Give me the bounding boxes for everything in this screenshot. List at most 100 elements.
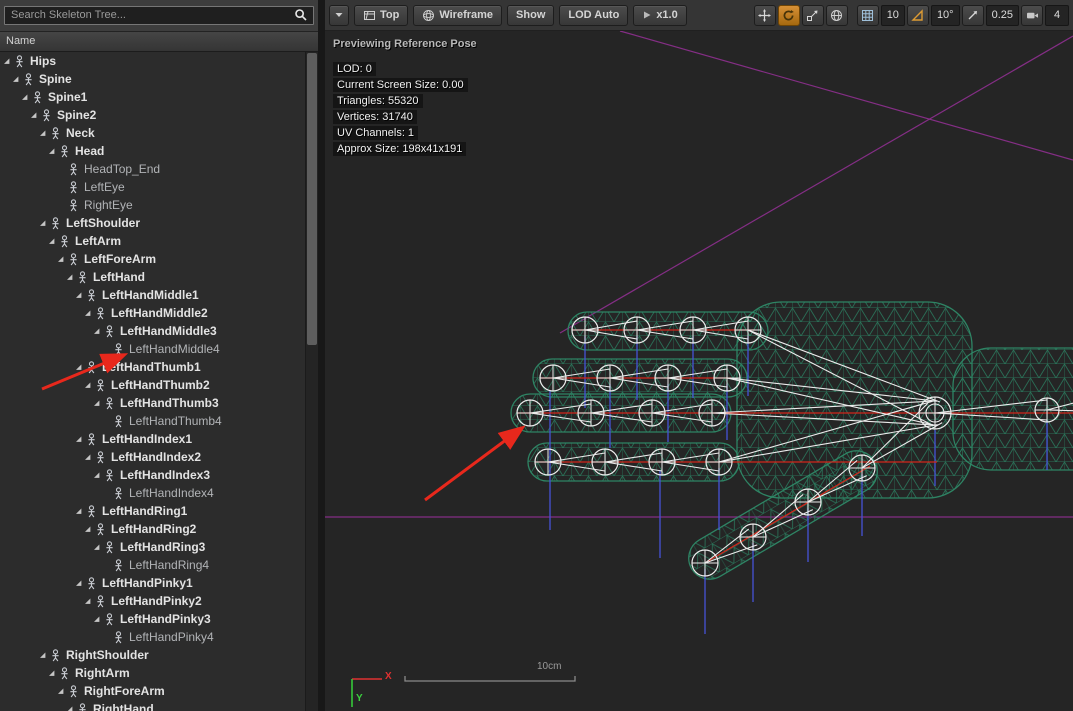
show-menu-button[interactable]: Show xyxy=(507,4,555,26)
expander-icon[interactable]: ◢ xyxy=(85,453,95,461)
tree-row[interactable]: ◢ LeftForeArm xyxy=(0,250,306,268)
expander-icon[interactable]: ◢ xyxy=(94,471,104,479)
expander-icon[interactable]: ◢ xyxy=(49,237,59,245)
tree-row[interactable]: ◢ LeftHandRing1 xyxy=(0,502,306,520)
expander-icon[interactable]: ◢ xyxy=(31,111,41,119)
tree-row[interactable]: ◢ LeftHandRing3 xyxy=(0,538,306,556)
scale-icon xyxy=(807,10,818,21)
bone-label: Hips xyxy=(30,54,57,68)
bone-label: LeftHandIndex1 xyxy=(102,432,193,446)
search-input[interactable] xyxy=(4,5,314,25)
expander-icon[interactable]: ◢ xyxy=(76,363,86,371)
expander-icon[interactable]: ◢ xyxy=(40,651,50,659)
tree-row[interactable]: ◢ LeftHandThumb2 xyxy=(0,376,306,394)
tree-row[interactable]: ◢ LeftHandPinky1 xyxy=(0,574,306,592)
tree-row[interactable]: ◢ LeftArm xyxy=(0,232,306,250)
expander-icon[interactable]: ◢ xyxy=(4,57,14,65)
expander-icon[interactable]: ◢ xyxy=(94,615,104,623)
camera-speed-value[interactable]: 4 xyxy=(1045,4,1069,26)
tree-row[interactable]: ◢ Head xyxy=(0,142,306,160)
expander-icon[interactable]: ◢ xyxy=(13,75,23,83)
expander-icon[interactable]: ◢ xyxy=(94,327,104,335)
tree-row[interactable]: ◢ LeftHandMiddle1 xyxy=(0,286,306,304)
expander-icon[interactable]: ◢ xyxy=(85,381,95,389)
scale-snap-value[interactable]: 0.25 xyxy=(985,4,1019,26)
tree-row[interactable]: LeftEye xyxy=(0,178,306,196)
viewport[interactable]: Top Wireframe Show LOD Auto x1.0 10 10° … xyxy=(325,0,1073,711)
tree-row[interactable]: LeftHandMiddle4 xyxy=(0,340,306,358)
tree-row[interactable]: ◢ RightHand xyxy=(0,700,306,711)
grid-snap-button[interactable] xyxy=(856,4,879,26)
tree-scrollbar-thumb[interactable] xyxy=(307,53,317,345)
view-mode-button[interactable]: Top xyxy=(354,4,409,26)
tree-row[interactable]: ◢ LeftHandPinky3 xyxy=(0,610,306,628)
expander-icon[interactable]: ◢ xyxy=(49,669,59,677)
camera-speed-button[interactable] xyxy=(1021,4,1043,26)
tree-row[interactable]: ◢ LeftHandIndex3 xyxy=(0,466,306,484)
tree-row[interactable]: ◢ Spine2 xyxy=(0,106,306,124)
expander-icon[interactable]: ◢ xyxy=(49,147,59,155)
expander-icon[interactable]: ◢ xyxy=(76,507,86,515)
expander-icon[interactable]: ◢ xyxy=(58,255,68,263)
tree-row[interactable]: ◢ LeftHand xyxy=(0,268,306,286)
tree-row[interactable]: ◢ LeftHandThumb3 xyxy=(0,394,306,412)
tree-row[interactable]: ◢ LeftHandThumb1 xyxy=(0,358,306,376)
tree-row[interactable]: ◢ LeftShoulder xyxy=(0,214,306,232)
expander-icon[interactable]: ◢ xyxy=(85,525,95,533)
expander-icon[interactable]: ◢ xyxy=(76,291,86,299)
expander-icon[interactable]: ◢ xyxy=(22,93,32,101)
rotate-tool-button[interactable] xyxy=(777,4,800,26)
tree-row[interactable]: ◢ LeftHandRing2 xyxy=(0,520,306,538)
lod-button[interactable]: LOD Auto xyxy=(559,4,629,26)
expander-icon[interactable]: ◢ xyxy=(67,273,77,281)
tree-row[interactable]: ◢ LeftHandMiddle2 xyxy=(0,304,306,322)
expander-icon[interactable]: ◢ xyxy=(76,579,86,587)
tree-row[interactable]: LeftHandIndex4 xyxy=(0,484,306,502)
panel-splitter[interactable] xyxy=(318,0,325,711)
tree-row[interactable]: LeftHandThumb4 xyxy=(0,412,306,430)
expander-icon[interactable]: ◢ xyxy=(40,129,50,137)
expander-icon[interactable]: ◢ xyxy=(94,399,104,407)
expander-icon[interactable]: ◢ xyxy=(76,435,86,443)
scale-snap-button[interactable] xyxy=(961,4,984,26)
rotation-snap-button[interactable] xyxy=(906,4,929,26)
tree-row[interactable]: ◢ Spine1 xyxy=(0,88,306,106)
tree-scrollbar[interactable] xyxy=(305,52,318,711)
expander-icon[interactable]: ◢ xyxy=(67,705,77,711)
playback-speed-button[interactable]: x1.0 xyxy=(633,4,687,26)
coordinate-system-button[interactable] xyxy=(825,4,848,26)
tree-row[interactable]: RightEye xyxy=(0,196,306,214)
tree-row[interactable]: ◢ Spine xyxy=(0,70,306,88)
tree-row[interactable]: ◢ LeftHandMiddle3 xyxy=(0,322,306,340)
expander-icon[interactable]: ◢ xyxy=(85,597,95,605)
rotation-snap-value[interactable]: 10° xyxy=(930,4,960,26)
tree-row[interactable]: ◢ LeftHandIndex1 xyxy=(0,430,306,448)
shading-mode-button[interactable]: Wireframe xyxy=(413,4,503,26)
viewport-options-button[interactable] xyxy=(329,4,349,26)
scale-tool-button[interactable] xyxy=(801,4,824,26)
expander-icon[interactable]: ◢ xyxy=(40,219,50,227)
bone-icon xyxy=(50,216,62,230)
search-row xyxy=(0,0,318,31)
tree-row[interactable]: HeadTop_End xyxy=(0,160,306,178)
search-icon[interactable] xyxy=(294,8,308,22)
axis-y-label: Y xyxy=(356,693,363,704)
tree-row[interactable]: ◢ RightForeArm xyxy=(0,682,306,700)
grid-snap-value[interactable]: 10 xyxy=(880,4,905,26)
expander-icon[interactable]: ◢ xyxy=(85,309,95,317)
globe-icon xyxy=(831,9,843,21)
translate-tool-button[interactable] xyxy=(753,4,776,26)
tree-row[interactable]: ◢ LeftHandIndex2 xyxy=(0,448,306,466)
tree-row[interactable]: ◢ Hips xyxy=(0,52,306,70)
expander-icon[interactable]: ◢ xyxy=(58,687,68,695)
bone-label: LeftHandThumb1 xyxy=(102,360,201,374)
tree-row[interactable]: ◢ LeftHandPinky2 xyxy=(0,592,306,610)
tree-column-header[interactable]: Name xyxy=(0,31,318,52)
expander-icon[interactable]: ◢ xyxy=(94,543,104,551)
tree-row[interactable]: ◢ RightArm xyxy=(0,664,306,682)
bone-label: HeadTop_End xyxy=(84,162,161,176)
tree-row[interactable]: ◢ RightShoulder xyxy=(0,646,306,664)
tree-row[interactable]: LeftHandRing4 xyxy=(0,556,306,574)
tree-row[interactable]: ◢ Neck xyxy=(0,124,306,142)
tree-row[interactable]: LeftHandPinky4 xyxy=(0,628,306,646)
